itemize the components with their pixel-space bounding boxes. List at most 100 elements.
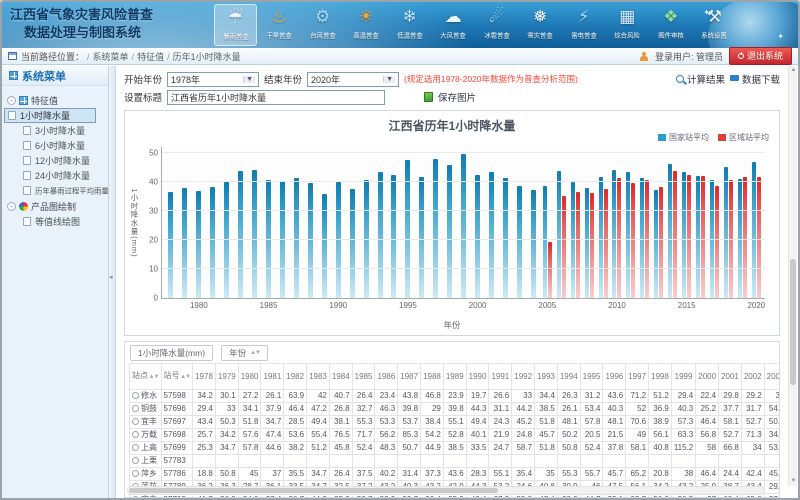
bar-group-2000[interactable]: 2000 [471,147,485,298]
radio-button[interactable] [132,392,139,399]
column-header-year-1987[interactable]: 1987 [398,364,421,390]
bar-group-1984[interactable] [248,147,262,298]
bar-group-1989[interactable] [317,147,331,298]
bar-group-1981[interactable] [206,147,220,298]
checkbox-icon[interactable] [23,126,31,135]
station-cell-57786[interactable]: 萍乡 [130,468,162,481]
column-header-year-1982[interactable]: 1982 [284,364,307,390]
column-header-year-2001[interactable]: 2001 [719,364,742,390]
calculate-button[interactable]: 计算结果 [676,72,725,86]
tree-node-0[interactable]: -特征值 [4,92,106,108]
station-cell-57698[interactable]: 万载 [130,429,162,442]
column-header-year-1990[interactable]: 1990 [466,364,489,390]
breadcrumb-item[interactable]: 历年1小时降水量 [173,52,241,62]
tree-toggle-icon[interactable]: - [7,202,16,211]
bar-group-1994[interactable] [387,147,401,298]
bar-group-1986[interactable] [276,147,290,298]
sidebar-item-0-5[interactable]: 历年暴雨过程平均雨量 [4,183,106,198]
column-header-year-1991[interactable]: 1991 [489,364,512,390]
station-cell-57699[interactable]: 上高 [130,442,162,455]
radio-button[interactable] [132,470,139,477]
column-header-year-1981[interactable]: 1981 [261,364,284,390]
bar-group-1982[interactable] [220,147,234,298]
column-header-year-1997[interactable]: 1997 [626,364,649,390]
checkbox-icon[interactable] [23,171,31,180]
toolbar-item-hail[interactable]: ☄冰雹普查 [475,4,518,46]
bar-group-1998[interactable] [443,147,457,298]
column-header-year-1986[interactable]: 1986 [375,364,398,390]
radio-button[interactable] [132,457,139,464]
sidebar-item-1-0[interactable]: 等值线绘图 [4,214,106,229]
column-header-year-1992[interactable]: 1992 [512,364,535,390]
radio-button[interactable] [132,418,139,425]
radio-button[interactable] [132,431,139,438]
column-header-year-1995[interactable]: 1995 [580,364,603,390]
bar-group-2020[interactable]: 2020 [749,147,763,298]
toolbar-item-map-review[interactable]: ❖图件审核 [649,4,692,46]
checkbox-icon[interactable] [23,141,31,150]
bar-group-2007[interactable] [568,147,582,298]
station-cell-57783[interactable]: 上栗 [130,455,162,468]
bar-group-1979[interactable] [178,147,192,298]
bar-group-2011[interactable] [624,147,638,298]
bar-group-1988[interactable] [303,147,317,298]
bar-group-1983[interactable] [234,147,248,298]
column-header-year-1979[interactable]: 1979 [215,364,238,390]
toolbar-item-rainstorm[interactable]: ☔暴雨普查 [214,4,257,46]
bar-group-2010[interactable]: 2010 [610,147,624,298]
checkbox-icon[interactable] [23,156,31,165]
bar-group-2003[interactable] [512,147,526,298]
toolbar-item-typhoon[interactable]: ⚙台风普查 [301,4,344,46]
bar-group-1996[interactable] [415,147,429,298]
bar-group-2015[interactable]: 2015 [680,147,694,298]
bar-group-1985[interactable]: 1985 [262,147,276,298]
column-header-year-2000[interactable]: 2000 [696,364,719,390]
bar-group-2013[interactable] [652,147,666,298]
horizontal-scrollbar[interactable] [127,486,765,495]
bar-group-2019[interactable] [735,147,749,298]
column-header-year-2002[interactable]: 2002 [741,364,764,390]
breadcrumb-item[interactable]: 系统菜单 [93,52,129,62]
bar-group-2006[interactable] [554,147,568,298]
bar-group-1991[interactable] [345,147,359,298]
toolbar-item-risk[interactable]: ▦综合风险 [606,4,649,46]
checkbox-icon[interactable] [8,111,16,120]
toolbar-item-low-temp[interactable]: ❄低温普查 [388,4,431,46]
checkbox-icon[interactable] [23,186,31,195]
measure-filter-box[interactable]: 1小时降水量(mm) [130,345,213,361]
tree-toggle-icon[interactable]: - [7,96,16,105]
scroll-up-arrow-icon[interactable]: ▲ [789,66,798,75]
bar-group-1978[interactable] [164,147,178,298]
horizontal-scrollbar-thumb[interactable] [129,488,498,493]
bar-group-2004[interactable] [526,147,540,298]
sidebar-item-0-2[interactable]: 6小时降水量 [4,138,106,153]
end-year-select[interactable]: 2020年 ▼ [307,72,399,87]
toolbar-item-high-temp[interactable]: ☀高温普查 [345,4,388,46]
sort-arrows-icon[interactable]: ▲▼ [148,374,159,380]
column-header-year-2003[interactable]: 2003 [764,364,780,390]
column-header-id[interactable]: 站号 ▲▼ [161,364,193,390]
column-header-station[interactable]: 站点 ▲▼ [130,364,162,390]
column-header-year-1989[interactable]: 1989 [443,364,466,390]
bar-group-2018[interactable] [722,147,736,298]
bar-group-1999[interactable] [457,147,471,298]
sort-arrows-icon[interactable]: ▲▼ [180,374,191,380]
bar-group-2009[interactable] [596,147,610,298]
tree-node-1[interactable]: -产品图绘制 [4,198,106,214]
radio-button[interactable] [132,444,139,451]
bar-group-2001[interactable] [485,147,499,298]
bar-group-2012[interactable] [638,147,652,298]
station-cell-57598[interactable]: 修水 [130,390,162,403]
column-header-year-1993[interactable]: 1993 [535,364,558,390]
sidebar-item-0-0[interactable]: 1小时降水量 [4,108,96,123]
bar-group-1993[interactable] [373,147,387,298]
breadcrumb-item[interactable]: 特征值 [137,52,164,62]
radio-button[interactable] [132,496,139,498]
column-header-year-1996[interactable]: 1996 [603,364,626,390]
bar-group-2017[interactable] [708,147,722,298]
bar-group-1992[interactable] [359,147,373,298]
year-filter-box[interactable]: 年份 ▲▼ [221,345,268,361]
chart-title-input[interactable] [167,90,385,105]
column-header-year-1998[interactable]: 1998 [649,364,672,390]
start-year-select[interactable]: 1978年 ▼ [167,72,259,87]
